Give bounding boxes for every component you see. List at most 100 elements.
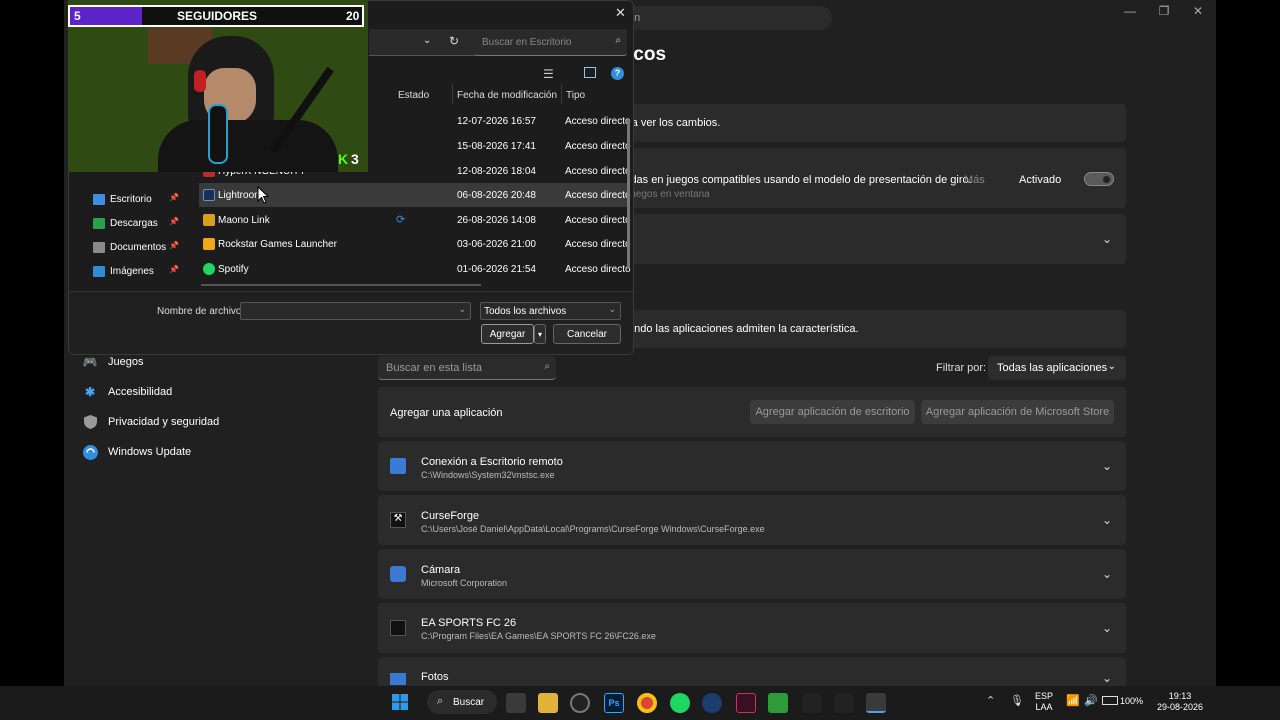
column-status[interactable]: Estado: [398, 90, 429, 101]
person-body: [158, 120, 338, 172]
maono-link-icon: [203, 214, 215, 226]
close-window-icon[interactable]: ✕: [1186, 4, 1210, 20]
filetype-select[interactable]: Todos los archivos ⌄: [480, 302, 621, 320]
column-separator: [452, 84, 453, 104]
nav-item-privacidad[interactable]: Privacidad y seguridad: [82, 411, 219, 433]
pictures-folder-icon: [93, 265, 105, 277]
quick-access-escritorio[interactable]: Escritorio 📌: [93, 189, 179, 209]
file-name: Lightroom: [218, 190, 263, 201]
minimize-icon[interactable]: —: [1118, 4, 1142, 20]
pin-icon: 📌: [169, 193, 179, 202]
curseforge-taskbar-icon[interactable]: [834, 693, 854, 713]
chevron-down-icon[interactable]: ⌄: [608, 304, 616, 315]
vertical-scrollbar[interactable]: [627, 119, 630, 269]
agregar-button[interactable]: Agregar: [481, 324, 534, 344]
followers-goal-bar: 5 SEGUIDORES 20: [68, 5, 364, 27]
chrome-icon[interactable]: [637, 693, 657, 713]
list-search-placeholder: Buscar en esta lista: [386, 362, 482, 374]
quick-access-documentos[interactable]: Documentos 📌: [93, 237, 179, 257]
chevron-down-icon[interactable]: ⌄: [458, 304, 466, 315]
maximize-icon[interactable]: ❐: [1152, 4, 1176, 20]
file-explorer-icon[interactable]: [538, 693, 558, 713]
downloads-folder-icon: [93, 217, 105, 229]
language-indicator[interactable]: ESP LAA: [1030, 691, 1058, 713]
file-row[interactable]: Maono Link ⟳ 26-08-2026 14:08 Acceso dir…: [199, 208, 631, 232]
quick-access-label: Escritorio: [110, 193, 152, 205]
chevron-down-icon[interactable]: ⌄: [423, 35, 431, 46]
lightroom-icon: [203, 189, 215, 201]
close-dialog-icon[interactable]: ✕: [615, 5, 626, 21]
followers-current: 5: [74, 9, 81, 23]
nav-label: Accesibilidad: [108, 386, 173, 398]
cancelar-button[interactable]: Cancelar: [553, 324, 621, 344]
fc26-taskbar-icon[interactable]: [802, 693, 822, 713]
volume-icon[interactable]: 🔊: [1084, 694, 1098, 707]
accessibility-icon: ✱: [84, 385, 96, 399]
microphone-icon[interactable]: 🎙: [1010, 694, 1024, 707]
app-icon-red[interactable]: [736, 693, 756, 713]
minecraft-icon[interactable]: [768, 693, 788, 713]
filename-label: Nombre de archivo:: [157, 306, 245, 317]
add-store-app-button[interactable]: Agregar aplicación de Microsoft Store: [921, 400, 1114, 424]
column-type[interactable]: Tipo: [566, 90, 585, 101]
chevron-down-icon[interactable]: ⌄: [1102, 459, 1112, 473]
windowed-games-link[interactable]: juegos en ventana: [628, 189, 710, 200]
task-view-icon[interactable]: [506, 693, 526, 713]
chevron-down-icon[interactable]: ⌄: [1102, 513, 1112, 527]
file-row[interactable]: Spotify 01-06-2026 21:54 Acceso directo: [199, 257, 631, 281]
help-icon[interactable]: ?: [611, 67, 624, 80]
list-search-input[interactable]: Buscar en esta lista ⌕: [378, 356, 556, 380]
photos-icon: [390, 673, 406, 685]
nav-item-accesibilidad[interactable]: ✱ Accesibilidad: [82, 381, 172, 403]
nav-item-windows-update[interactable]: Windows Update: [82, 441, 191, 463]
chevron-down-icon[interactable]: ⌄: [1102, 621, 1112, 635]
dialog-search-input[interactable]: Buscar en Escritorio ⌕: [475, 29, 627, 56]
chevron-up-icon[interactable]: ⌃: [986, 694, 995, 707]
chevron-down-icon[interactable]: ⌄: [1102, 232, 1112, 246]
dialog-footer: Nombre de archivo: ⌄ Todos los archivos …: [69, 291, 633, 354]
windows-start-icon[interactable]: [392, 694, 408, 710]
photoshop-icon[interactable]: Ps: [604, 693, 624, 713]
chevron-down-icon[interactable]: ⌄: [1102, 671, 1112, 685]
add-desktop-app-button[interactable]: Agregar aplicación de escritorio: [750, 400, 915, 424]
chevron-down-icon[interactable]: ⌄: [1102, 567, 1112, 581]
app-item-remote-desktop[interactable]: Conexión a Escritorio remoto C:\Windows\…: [378, 441, 1126, 491]
app-item-fc26[interactable]: EA SPORTS FC 26 C:\Program Files\EA Game…: [378, 603, 1126, 653]
view-options-icon[interactable]: ☰: [543, 67, 554, 81]
more-link[interactable]: Más: [964, 174, 985, 186]
app-name: EA SPORTS FC 26: [421, 617, 517, 629]
pin-icon: 📌: [169, 265, 179, 274]
column-modified[interactable]: Fecha de modificación: [457, 90, 557, 101]
file-row[interactable]: Rockstar Games Launcher 03-06-2026 21:00…: [199, 232, 631, 256]
steam-icon[interactable]: [702, 693, 722, 713]
file-type: Acceso directo: [565, 190, 631, 201]
quick-access-descargas[interactable]: Descargas 📌: [93, 213, 179, 233]
obs-icon[interactable]: [570, 693, 590, 713]
app-item-curseforge[interactable]: ⚒ CurseForge C:\Users\José Daniel\AppDat…: [378, 495, 1126, 545]
sync-icon: ⟳: [396, 214, 406, 226]
clock-date: 29-08-2026: [1156, 702, 1204, 712]
filename-input[interactable]: ⌄: [240, 302, 471, 320]
refresh-icon[interactable]: ↻: [449, 34, 459, 48]
battery-icon[interactable]: [1102, 696, 1118, 705]
filter-dropdown[interactable]: Todas las aplicaciones ⌄: [988, 356, 1126, 380]
kick-logo-icon: K: [338, 151, 349, 167]
pin-icon: 📌: [169, 241, 179, 250]
app-item-fotos[interactable]: Fotos ⌄: [378, 657, 1126, 686]
file-date: 12-08-2026 18:04: [457, 166, 536, 177]
clock[interactable]: 19:13 29-08-2026: [1150, 691, 1210, 713]
taskbar-search[interactable]: ⌕ Buscar: [427, 690, 497, 714]
file-type: Acceso directo: [565, 141, 631, 152]
quick-access-imagenes[interactable]: Imágenes 📌: [93, 261, 179, 281]
update-icon: [82, 444, 98, 460]
preview-pane-icon[interactable]: [584, 67, 596, 78]
settings-taskbar-icon[interactable]: [866, 693, 886, 713]
horizontal-scrollbar[interactable]: [201, 284, 481, 286]
flip-model-toggle[interactable]: [1084, 172, 1114, 186]
app-item-camara[interactable]: Cámara Microsoft Corporation ⌄: [378, 549, 1126, 599]
spotify-icon[interactable]: [670, 693, 690, 713]
wifi-icon[interactable]: 📶: [1066, 694, 1080, 707]
language-top: ESP: [1034, 691, 1053, 701]
agregar-split-arrow[interactable]: ▾: [534, 324, 546, 344]
filetype-value: Todos los archivos: [484, 306, 567, 317]
